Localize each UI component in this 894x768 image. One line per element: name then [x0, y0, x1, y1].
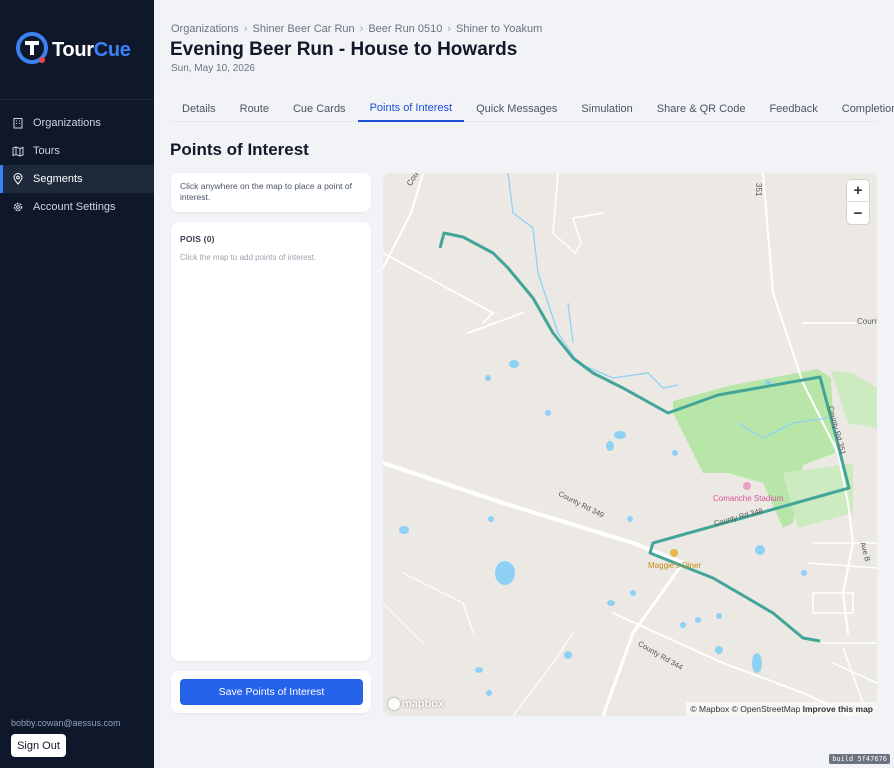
tab-bar: Details Route Cue Cards Points of Intere…	[170, 95, 894, 122]
map-canvas[interactable]	[383, 173, 877, 716]
map-label: 351	[754, 183, 763, 197]
brand-part2: Cue	[93, 38, 131, 61]
pois-empty-text: Click the map to add points of interest.	[180, 253, 317, 262]
chevron-right-icon: ›	[243, 23, 248, 35]
stadium-label: Comanche Stadium	[713, 494, 784, 503]
sidebar-nav: Organizations Tours Segments Account Set…	[0, 109, 154, 221]
tab-route[interactable]: Route	[228, 95, 281, 122]
attribution-text[interactable]: © Mapbox © OpenStreetMap	[690, 704, 800, 714]
map[interactable]: County Rd 351 Count County Rd 351 County…	[383, 173, 877, 716]
diner-label: Maggie's Diner	[648, 561, 702, 570]
improve-map-link[interactable]: Improve this map	[803, 704, 873, 714]
save-card: Save Points of Interest	[171, 671, 371, 713]
tab-points-of-interest[interactable]: Points of Interest	[357, 95, 465, 122]
section-title: Points of Interest	[170, 140, 309, 159]
sidebar-item-tours[interactable]: Tours	[0, 137, 154, 165]
tab-simulation[interactable]: Simulation	[569, 95, 644, 122]
sidebar-item-organizations[interactable]: Organizations	[0, 109, 154, 137]
hint-card: Click anywhere on the map to place a poi…	[171, 173, 371, 212]
tab-share-qr-code[interactable]: Share & QR Code	[645, 95, 758, 122]
sign-out-button[interactable]: Sign Out	[11, 734, 66, 757]
sidebar-item-account-settings[interactable]: Account Settings	[0, 193, 154, 221]
sidebar-item-label: Segments	[33, 173, 83, 185]
save-points-button[interactable]: Save Points of Interest	[180, 679, 363, 705]
map-icon	[12, 145, 24, 157]
stadium-marker-icon	[743, 482, 751, 490]
zoom-out-button[interactable]: −	[847, 202, 869, 224]
tab-quick-messages[interactable]: Quick Messages	[464, 95, 569, 122]
build-badge: build 5f47676	[829, 754, 890, 764]
sidebar: TourCue Organizations Tours Segments Acc…	[0, 0, 154, 768]
pois-panel: POIS (0) Click the map to add points of …	[171, 222, 371, 661]
page-title: Evening Beer Run - House to Howards	[170, 39, 518, 60]
logo[interactable]: TourCue	[16, 30, 131, 70]
diner-marker-icon	[670, 549, 678, 557]
breadcrumb-item[interactable]: Organizations	[171, 23, 239, 35]
tab-details[interactable]: Details	[170, 95, 228, 122]
map-label: Count	[857, 317, 877, 326]
tab-feedback[interactable]: Feedback	[757, 95, 829, 122]
logo-mark-icon	[16, 30, 48, 70]
zoom-controls: + −	[847, 180, 869, 224]
chevron-right-icon: ›	[359, 23, 364, 35]
user-email: bobby.cowan@aessus.com	[11, 718, 121, 728]
sidebar-item-label: Organizations	[33, 117, 101, 129]
pin-icon	[12, 173, 24, 185]
chevron-right-icon: ›	[447, 23, 451, 35]
sidebar-item-label: Account Settings	[33, 201, 116, 213]
sidebar-item-segments[interactable]: Segments	[0, 165, 154, 193]
building-icon	[12, 117, 24, 129]
gear-icon	[12, 201, 24, 213]
sidebar-item-label: Tours	[33, 145, 60, 157]
breadcrumb-item[interactable]: Beer Run 0510	[368, 23, 442, 35]
hint-text: Click anywhere on the map to place a poi…	[180, 181, 352, 202]
segment-date: Sun, May 10, 2026	[171, 63, 255, 74]
sidebar-divider	[0, 99, 154, 100]
zoom-in-button[interactable]: +	[847, 180, 869, 202]
map-attribution: © Mapbox © OpenStreetMap Improve this ma…	[686, 702, 877, 716]
mapbox-logo[interactable]: mapbox	[388, 698, 444, 710]
pois-title: POIS (0)	[180, 234, 215, 244]
breadcrumb-item[interactable]: Shiner to Yoakum	[456, 23, 542, 35]
tab-completions[interactable]: Completions	[830, 95, 894, 122]
breadcrumb: Organizations › Shiner Beer Car Run › Be…	[171, 23, 542, 35]
brand-part1: Tour	[52, 38, 94, 61]
breadcrumb-item[interactable]: Shiner Beer Car Run	[253, 23, 355, 35]
tab-cue-cards[interactable]: Cue Cards	[281, 95, 358, 122]
mapbox-logo-icon	[388, 698, 400, 710]
